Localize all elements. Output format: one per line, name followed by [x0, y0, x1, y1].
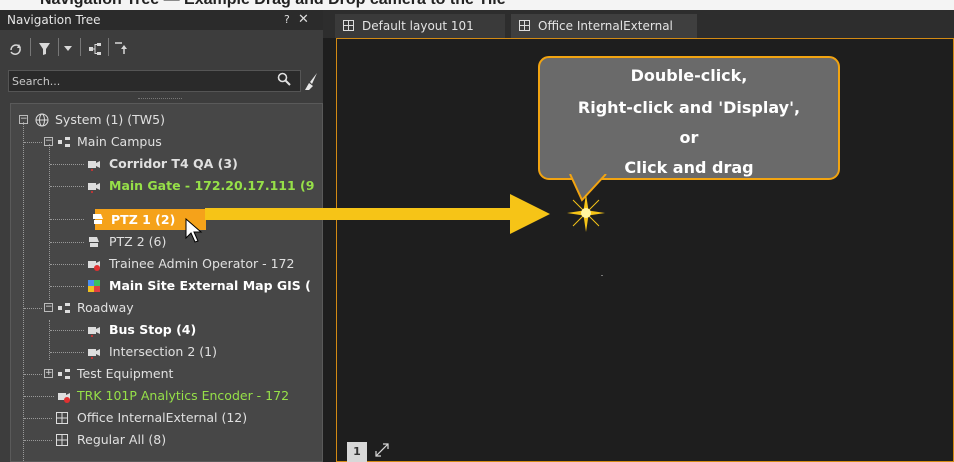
page-number[interactable]: 1	[347, 442, 367, 462]
drop-target-sparkle-icon	[567, 194, 605, 232]
tab-label: Default layout 101	[362, 19, 474, 33]
expand-icon[interactable]	[372, 440, 392, 460]
camera-icon	[88, 349, 100, 359]
page-header-text: Navigation Tree — Example Drag and Drop …	[40, 0, 506, 9]
ptz-camera-icon	[93, 214, 103, 224]
collapse-toggle-icon[interactable]: −	[44, 137, 53, 146]
refresh-icon[interactable]	[8, 42, 23, 56]
tree-item-label: Office InternalExternal (12)	[77, 410, 248, 425]
tree-item-office-internalexternal[interactable]: Office InternalExternal (12)	[11, 407, 322, 429]
callout-line-4: Click and drag	[624, 158, 754, 177]
camera-icon	[88, 183, 100, 193]
tree-item-system[interactable]: − System (1) (TW5)	[11, 109, 322, 131]
drag-arrow	[205, 194, 550, 234]
tree-item-bus-stop[interactable]: Bus Stop (4)	[11, 319, 322, 341]
dropdown-arrow-icon[interactable]	[64, 46, 72, 52]
nav-title-bar: Navigation Tree ? ✕	[0, 10, 323, 30]
tree-item-label: Test Equipment	[77, 366, 174, 381]
camera-icon	[88, 161, 100, 171]
tree-item-intersection-2[interactable]: Intersection 2 (1)	[11, 341, 322, 363]
tree-item-label: Bus Stop (4)	[109, 322, 197, 337]
search-input[interactable]	[9, 71, 267, 91]
globe-icon	[35, 113, 49, 127]
camera-alert-icon	[58, 393, 70, 403]
layout-icon	[519, 20, 530, 31]
splitter-grip[interactable]	[138, 98, 182, 102]
collapse-all-icon[interactable]	[114, 41, 128, 55]
tab-bar: Default layout 101 Office InternalExtern…	[323, 10, 954, 38]
tree-item-roadway[interactable]: − Roadway	[11, 297, 322, 319]
tree-item-label: PTZ 1 (2)	[111, 212, 176, 227]
clear-search-icon[interactable]	[304, 70, 318, 92]
ptz-camera-icon	[89, 237, 99, 247]
callout-line-1: Double-click,	[630, 66, 748, 85]
tab-label: Office InternalExternal	[538, 19, 673, 33]
folder-group-icon	[58, 137, 70, 147]
toolbar-separator	[108, 38, 109, 56]
layout-icon	[56, 434, 68, 446]
filter-icon[interactable]	[38, 42, 51, 56]
tree-item-test-equipment[interactable]: + Test Equipment	[11, 363, 322, 385]
page-header-strip: Navigation Tree — Example Drag and Drop …	[0, 0, 954, 10]
pin-panel-icon[interactable]: ?	[284, 10, 290, 30]
tree-item-label: TRK 101P Analytics Encoder - 172	[77, 388, 290, 403]
tree-item-label: Intersection 2 (1)	[109, 344, 217, 359]
tab-office-internalexternal[interactable]: Office InternalExternal	[511, 14, 697, 38]
tree-item-label: PTZ 2 (6)	[109, 234, 167, 249]
tree-item-main-site-map[interactable]: Main Site External Map GIS (	[11, 275, 322, 297]
tree-item-label: Trainee Admin Operator - 172	[109, 256, 295, 271]
toolbar-separator	[58, 38, 59, 56]
navigation-tree: − System (1) (TW5) − Main Campus Corrido…	[10, 103, 323, 462]
tree-item-label: Regular All (8)	[77, 432, 167, 447]
collapse-toggle-icon[interactable]: −	[19, 115, 28, 124]
tree-item-label: Main Campus	[77, 134, 162, 149]
layout-icon	[56, 412, 68, 424]
toolbar-separator	[30, 38, 31, 56]
tree-item-corridor-t4[interactable]: Corridor T4 QA (3)	[11, 153, 322, 175]
video-dot	[601, 275, 603, 276]
tree-item-label: Main Site External Map GIS (	[109, 278, 311, 293]
expand-toggle-icon[interactable]: +	[44, 369, 53, 378]
layout-icon	[343, 20, 354, 31]
nav-title: Navigation Tree	[7, 13, 101, 27]
map-icon	[88, 280, 100, 292]
camera-icon	[88, 327, 100, 337]
callout-line-3: or	[679, 128, 699, 147]
tree-item-label: Roadway	[77, 300, 134, 315]
callout-line-2: Right-click and 'Display',	[577, 98, 801, 117]
hierarchy-icon[interactable]	[88, 42, 102, 56]
tree-item-label: System (1) (TW5)	[55, 112, 165, 127]
tree-item-label: Corridor T4 QA (3)	[109, 156, 238, 171]
tree-item-regular-all[interactable]: Regular All (8)	[11, 429, 322, 451]
tree-item-main-campus[interactable]: − Main Campus	[11, 131, 322, 153]
mouse-cursor-icon	[185, 218, 203, 243]
camera-alert-icon	[88, 261, 100, 271]
toolbar-separator	[80, 38, 81, 56]
tree-item-trk-101p[interactable]: TRK 101P Analytics Encoder - 172	[11, 385, 322, 407]
collapse-toggle-icon[interactable]: −	[44, 303, 53, 312]
search-icon[interactable]	[277, 72, 291, 90]
tab-default-layout-101[interactable]: Default layout 101	[335, 14, 505, 38]
search-box	[8, 70, 301, 92]
close-panel-icon[interactable]: ✕	[298, 10, 309, 30]
folder-group-icon	[58, 369, 70, 379]
tree-item-trainee-admin[interactable]: Trainee Admin Operator - 172	[11, 253, 322, 275]
folder-group-icon	[58, 303, 70, 313]
